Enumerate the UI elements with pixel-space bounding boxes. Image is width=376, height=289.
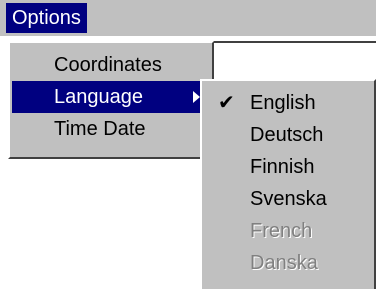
submenu-arrow-icon [193,91,200,103]
menu-options[interactable]: Options [6,3,87,33]
menu-item-deutsch[interactable]: Deutsch [202,119,374,151]
menu-item-time-date[interactable]: Time Date [10,113,212,145]
check-icon: ✔ [218,92,235,114]
menu-item-finnish[interactable]: Finnish [202,151,374,183]
text-field[interactable] [210,41,376,81]
menu-item-french: French [202,215,374,247]
menu-item-svenska[interactable]: Svenska [202,183,374,215]
menu-item-label: English [250,92,316,114]
menu-bar: Options [0,0,376,36]
menu-item-label: Danska [250,252,318,274]
menu-item-label: French [250,220,313,242]
menu-item-danska: Danska [202,247,374,279]
menu-item-label: Deutsch [250,124,324,146]
options-menu: Coordinates Language Time Date [8,41,214,159]
menu-item-label: Time Date [54,118,146,140]
menu-item-coordinates[interactable]: Coordinates [10,49,212,81]
menu-item-label: Svenska [250,188,327,210]
language-submenu: ✔ English Deutsch Finnish Svenska French… [200,79,376,289]
menu-item-english[interactable]: ✔ English [202,87,374,119]
menu-item-language[interactable]: Language [12,81,210,113]
menu-item-label: Language [54,86,143,108]
menu-item-label: Coordinates [54,54,162,76]
menu-item-label: Finnish [250,156,315,178]
